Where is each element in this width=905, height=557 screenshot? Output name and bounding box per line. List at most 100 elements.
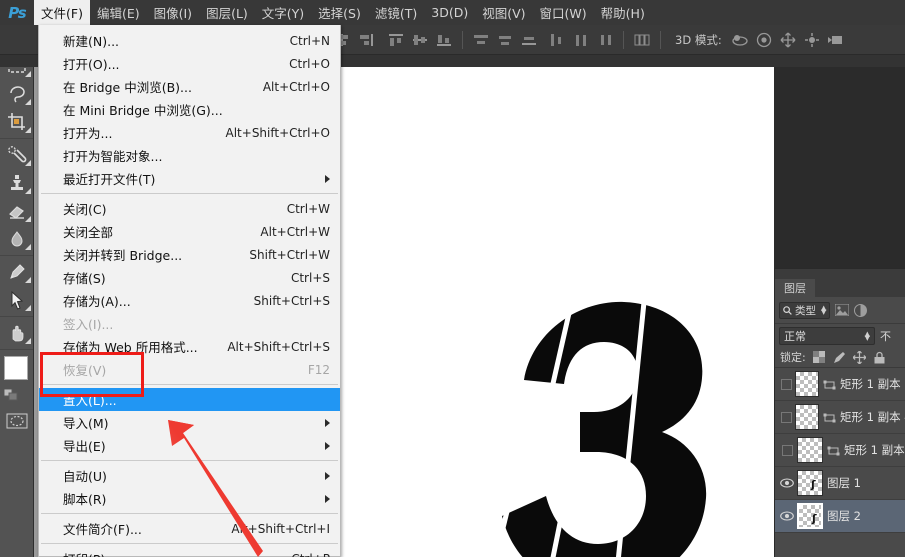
- menu-close-and-go-to-bridge[interactable]: 关闭并转到 Bridge... Shift+Ctrl+W: [39, 243, 340, 266]
- table-row[interactable]: 矩形 1 副本 2: [775, 368, 905, 401]
- menu-separator: [41, 193, 338, 194]
- layer-name: 矩形 1 副本 4: [839, 410, 905, 424]
- distribute-left-edges-icon[interactable]: [546, 29, 568, 51]
- menu-save-for-web-accel: Alt+Shift+Ctrl+S: [227, 339, 330, 354]
- auto-align-layers-icon[interactable]: [631, 29, 653, 51]
- menu-3d[interactable]: 3D(D): [424, 0, 475, 25]
- layer-name: 图层 2: [827, 509, 861, 523]
- 3d-roll-icon[interactable]: [753, 29, 775, 51]
- layer-visibility-toggle[interactable]: [777, 411, 795, 423]
- submenu-arrow-icon: [325, 418, 330, 427]
- menu-image[interactable]: 图像(I): [147, 0, 199, 25]
- menu-open-recent-label: 最近打开文件(T): [63, 172, 156, 187]
- chevron-updown-icon[interactable]: ▲ ▼: [821, 305, 826, 316]
- distribute-horizontal-centers-icon[interactable]: [570, 29, 592, 51]
- layer-visibility-toggle[interactable]: [777, 378, 795, 390]
- menu-view[interactable]: 视图(V): [475, 0, 532, 25]
- filter-adjustment-icon[interactable]: [853, 303, 868, 318]
- align-vertical-centers-icon[interactable]: [409, 29, 431, 51]
- 3d-pan-icon[interactable]: [777, 29, 799, 51]
- distribute-right-edges-icon[interactable]: [594, 29, 616, 51]
- chevron-updown-icon-blend[interactable]: ▲ ▼: [865, 330, 870, 341]
- layer-visibility-toggle[interactable]: [777, 444, 797, 456]
- thumb-mark-icon: ʃ: [811, 478, 816, 491]
- layer-thumbnail[interactable]: ʃ: [797, 470, 823, 496]
- menu-save[interactable]: 存储(S) Ctrl+S: [39, 266, 340, 289]
- menu-browse-in-bridge[interactable]: 在 Bridge 中浏览(B)... Alt+Ctrl+O: [39, 75, 340, 98]
- photoshop-logo-text: Ps: [8, 3, 26, 22]
- options-separator: [462, 30, 463, 49]
- menu-close-all[interactable]: 关闭全部 Alt+Ctrl+W: [39, 220, 340, 243]
- menu-open-as[interactable]: 打开为... Alt+Shift+Ctrl+O: [39, 121, 340, 144]
- menu-open-recent[interactable]: 最近打开文件(T): [39, 167, 340, 190]
- lock-row: 锁定:: [775, 347, 905, 367]
- options-separator-3: [660, 30, 661, 49]
- tool-eraser[interactable]: [0, 197, 34, 225]
- menu-open-accel: Ctrl+O: [289, 56, 330, 71]
- tool-lasso[interactable]: [0, 80, 34, 108]
- tool-healing-brush[interactable]: [0, 141, 34, 169]
- tool-hand[interactable]: [0, 319, 34, 347]
- 3d-slide-icon[interactable]: [801, 29, 823, 51]
- distribute-bottom-edges-icon[interactable]: [518, 29, 540, 51]
- 3d-scale-camera-icon[interactable]: [825, 29, 847, 51]
- menu-new-label: 新建(N)...: [63, 34, 120, 49]
- tool-crop[interactable]: [0, 108, 34, 136]
- tool-pen[interactable]: [0, 258, 34, 286]
- layer-filter-kind-select[interactable]: 类型 ▲ ▼: [779, 301, 831, 319]
- menu-select[interactable]: 选择(S): [311, 0, 368, 25]
- tool-clone-stamp[interactable]: [0, 169, 34, 197]
- tool-blur[interactable]: [0, 225, 34, 253]
- menu-new[interactable]: 新建(N)... Ctrl+N: [39, 29, 340, 52]
- tool-path-selection[interactable]: [0, 286, 34, 314]
- panel-title-bar[interactable]: [775, 269, 905, 277]
- photoshop-logo-icon: Ps: [0, 0, 34, 25]
- blend-mode-select[interactable]: 正常 ▲ ▼: [779, 326, 875, 345]
- distribute-vertical-centers-icon[interactable]: [494, 29, 516, 51]
- search-icon: [783, 305, 792, 315]
- lock-transparent-pixels-icon[interactable]: [813, 351, 826, 364]
- tool-group-vector: [0, 256, 33, 317]
- eye-off-icon: [781, 444, 793, 456]
- foreground-color-swatch[interactable]: [4, 356, 28, 380]
- quick-mask-button[interactable]: [0, 408, 33, 434]
- layer-visibility-toggle[interactable]: [777, 478, 797, 488]
- layer-thumbnail[interactable]: ʃ: [797, 503, 823, 529]
- eye-off-icon: [780, 378, 792, 390]
- tab-layers[interactable]: 图层: [775, 279, 815, 297]
- lock-image-pixels-icon[interactable]: [833, 351, 846, 364]
- layer-thumbnail[interactable]: [795, 371, 819, 397]
- menu-save-as[interactable]: 存储为(A)... Shift+Ctrl+S: [39, 289, 340, 312]
- distribute-top-edges-icon[interactable]: [470, 29, 492, 51]
- menu-close[interactable]: 关闭(C) Ctrl+W: [39, 197, 340, 220]
- filter-pixel-icon[interactable]: [834, 303, 849, 318]
- layer-visibility-toggle[interactable]: [777, 511, 797, 521]
- table-row[interactable]: 矩形 1 副本 4: [775, 401, 905, 434]
- layer-thumbnail[interactable]: [797, 437, 823, 463]
- menu-layer[interactable]: 图层(L): [199, 0, 255, 25]
- tool-group-retouch: [0, 139, 33, 256]
- layer-thumbnail[interactable]: [795, 404, 819, 430]
- menu-window[interactable]: 窗口(W): [533, 0, 594, 25]
- menu-browse-in-mini-bridge[interactable]: 在 Mini Bridge 中浏览(G)...: [39, 98, 340, 121]
- default-colors-icon[interactable]: [3, 386, 18, 401]
- menu-edit[interactable]: 编辑(E): [90, 0, 147, 25]
- 3d-orbit-icon[interactable]: [729, 29, 751, 51]
- table-row[interactable]: 矩形 1 副本: [775, 434, 905, 467]
- lock-position-icon[interactable]: [852, 350, 866, 364]
- table-row[interactable]: ʃ 图层 2: [775, 500, 905, 533]
- menu-type[interactable]: 文字(Y): [255, 0, 311, 25]
- align-bottom-edges-icon[interactable]: [433, 29, 455, 51]
- align-top-edges-icon[interactable]: [385, 29, 407, 51]
- align-right-edges-icon[interactable]: [355, 29, 377, 51]
- menu-help[interactable]: 帮助(H): [594, 0, 652, 25]
- photoshop-window: ◀◀: [0, 0, 905, 557]
- menu-open-as-smart-object[interactable]: 打开为智能对象...: [39, 144, 340, 167]
- menu-browse-in-bridge-accel: Alt+Ctrl+O: [262, 79, 330, 94]
- menu-file[interactable]: 文件(F): [34, 0, 90, 25]
- menu-open[interactable]: 打开(O)... Ctrl+O: [39, 52, 340, 75]
- table-row[interactable]: ʃ 图层 1: [775, 467, 905, 500]
- lock-all-icon[interactable]: [873, 351, 886, 364]
- menu-filter[interactable]: 滤镜(T): [368, 0, 424, 25]
- vector-mask-icon: [827, 443, 841, 457]
